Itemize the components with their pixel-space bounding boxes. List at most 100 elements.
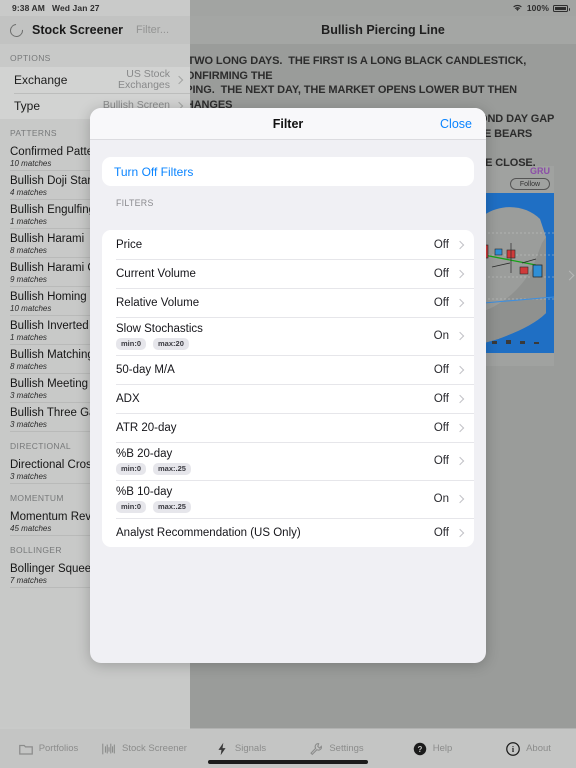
svg-text:i: i: [512, 745, 515, 754]
close-button[interactable]: Close: [440, 117, 472, 131]
filter-name: 50-day M/A: [116, 363, 175, 376]
filter-state: On: [433, 493, 449, 505]
stock-chart-card[interactable]: GRU Follow: [484, 166, 554, 366]
filter-row-main: Relative Volume: [116, 291, 434, 315]
filter-row-main: %B 10-day min:0 max:.25: [116, 480, 434, 518]
filter-row[interactable]: ATR 20-day Off: [102, 413, 474, 442]
status-bar-right: 100%: [190, 0, 576, 16]
filter-state: Off: [433, 455, 449, 467]
bolt-icon: [218, 742, 226, 755]
tab-stock-screener[interactable]: Stock Screener: [96, 729, 192, 768]
tab-label: Portfolios: [38, 743, 79, 754]
range-pill: max:20: [153, 338, 189, 350]
question-circle-icon: ?: [413, 742, 426, 755]
status-time: 9:38 AM: [12, 3, 45, 13]
option-row-exchange[interactable]: Exchange US Stock Exchanges: [0, 67, 190, 93]
screen: Stock Screener Filter... OPTIONS Exchang…: [0, 0, 576, 768]
filters-section-header: FILTERS: [116, 198, 154, 208]
range-pill: min:0: [116, 338, 147, 350]
sidebar-title: Stock Screener: [31, 23, 124, 37]
filter-name: ATR 20-day: [116, 421, 177, 434]
option-value: US Stock Exchanges: [118, 67, 170, 91]
battery-icon: [553, 4, 570, 12]
chevron-right-icon: [455, 240, 465, 249]
chevron-right-icon: [455, 456, 465, 466]
tab-about[interactable]: i About: [480, 729, 576, 768]
chevron-right-icon: [455, 331, 465, 341]
filter-state: Off: [433, 238, 449, 251]
filter-name: Current Volume: [116, 267, 196, 280]
chevron-right-icon: [455, 394, 465, 403]
filter-row-main: 50-day M/A: [116, 358, 434, 382]
tab-portfolios[interactable]: Portfolios: [0, 729, 96, 768]
status-bar-left: 9:38 AM Wed Jan 27: [0, 0, 190, 16]
filter-state: Off: [433, 392, 449, 405]
filter-name: Analyst Recommendation (US Only): [116, 526, 301, 539]
filters-card: Price Off Current Volume Off Relative Volume…: [102, 230, 474, 547]
bar-chart-icon: [102, 743, 115, 754]
sidebar-navbar: Stock Screener Filter...: [0, 16, 190, 44]
range-pill: max:.25: [153, 463, 191, 475]
tab-label: Settings: [329, 743, 364, 754]
range-pill: max:.25: [153, 501, 191, 513]
tab-label: Help: [432, 743, 453, 754]
chevron-right-icon[interactable]: [564, 270, 575, 281]
chevron-right-icon: [455, 528, 465, 537]
filter-name: %B 20-day: [116, 448, 173, 460]
filter-input[interactable]: Filter...: [136, 24, 180, 36]
filter-row[interactable]: Relative Volume Off: [102, 288, 474, 317]
filter-row-main: ADX: [116, 387, 434, 411]
detail-title: Bullish Piercing Line: [321, 23, 445, 37]
filter-row[interactable]: %B 10-day min:0 max:.25 On: [102, 480, 474, 518]
filter-name: ADX: [116, 392, 140, 405]
filter-state: Off: [433, 363, 449, 376]
chevron-right-icon: [455, 269, 465, 278]
filter-row-main: %B 20-day min:0 max:.25: [116, 442, 434, 480]
filter-range-pills: min:0 max:.25: [116, 501, 434, 513]
filter-name: Slow Stochastics: [116, 323, 203, 335]
filter-state: Off: [433, 296, 449, 309]
modal-title: Filter: [272, 116, 304, 131]
filter-row[interactable]: %B 20-day min:0 max:.25 Off: [102, 442, 474, 480]
candlestick-chart: [484, 193, 554, 353]
filter-row[interactable]: Slow Stochastics min:0 max:20 On: [102, 317, 474, 355]
chevron-right-icon: [455, 494, 465, 504]
filter-row[interactable]: ADX Off: [102, 384, 474, 413]
filter-row-main: Current Volume: [116, 262, 434, 286]
filter-row[interactable]: Analyst Recommendation (US Only) Off: [102, 518, 474, 547]
status-date: Wed Jan 27: [51, 3, 100, 13]
turn-off-filters-card: Turn Off Filters: [102, 157, 474, 186]
tab-label: Stock Screener: [122, 743, 187, 754]
status-bar: 9:38 AM Wed Jan 27 100%: [0, 0, 576, 16]
tab-label: About: [526, 743, 551, 754]
wrench-icon: [310, 742, 323, 755]
option-label: Exchange: [14, 73, 68, 87]
chevron-right-icon: [455, 365, 465, 374]
tab-help[interactable]: ? Help: [384, 729, 480, 768]
detail-navbar: Bullish Piercing Line: [190, 16, 576, 44]
filter-row-main: Analyst Recommendation (US Only): [116, 521, 434, 545]
filter-row[interactable]: Current Volume Off: [102, 259, 474, 288]
battery-percent: 100%: [526, 3, 549, 13]
modal-header: Filter Close: [90, 108, 486, 140]
filter-row[interactable]: Price Off: [102, 230, 474, 259]
filter-name: Price: [116, 238, 143, 251]
filter-range-pills: min:0 max:.25: [116, 463, 434, 475]
filter-state: Off: [433, 526, 449, 539]
turn-off-filters-button[interactable]: Turn Off Filters: [102, 157, 474, 186]
chevron-right-icon: [174, 75, 184, 85]
chart-svg: [484, 193, 554, 353]
filter-row-main: Slow Stochastics min:0 max:20: [116, 317, 434, 355]
follow-button[interactable]: Follow: [510, 178, 550, 190]
filter-state: Off: [433, 421, 449, 434]
tab-bar: Portfolios Stock Screener Signals Settin…: [0, 727, 576, 768]
filter-name: Relative Volume: [116, 296, 200, 309]
svg-text:?: ?: [417, 745, 422, 754]
filter-row[interactable]: 50-day M/A Off: [102, 355, 474, 384]
sidebar-section-options: OPTIONS: [10, 53, 51, 63]
tab-label: Signals: [234, 743, 267, 754]
info-circle-icon: i: [506, 741, 520, 756]
modal-body: Turn Off Filters FILTERS Price Off Current…: [90, 157, 486, 547]
range-pill: min:0: [116, 501, 147, 513]
chevron-right-icon: [455, 423, 465, 432]
